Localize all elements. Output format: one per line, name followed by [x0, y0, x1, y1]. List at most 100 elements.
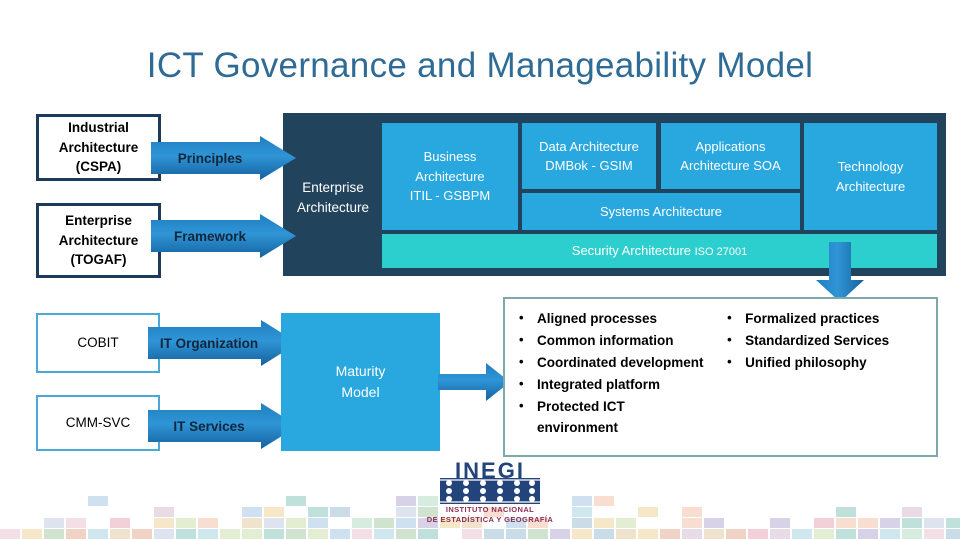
industrial-architecture-line-1: Industrial — [68, 120, 129, 136]
inegi-logo-subtitle-line-1: INSTITUTO NACIONAL — [445, 505, 535, 514]
input-box-cobit[interactable]: COBIT — [36, 313, 160, 373]
list-item: Standardized Services — [723, 330, 932, 352]
mosaic-cell — [0, 529, 20, 539]
mosaic-cell — [198, 518, 218, 528]
mosaic-cell — [726, 529, 746, 539]
mosaic-cell — [814, 529, 834, 539]
mosaic-cell — [264, 518, 284, 528]
outcomes-right-list: Formalized practices Standardized Servic… — [723, 308, 932, 374]
applications-architecture-line-2: Architecture SOA — [680, 158, 781, 173]
mosaic-cell — [66, 518, 86, 528]
slide-canvas: ICT Governance and Manageability Model E… — [0, 0, 960, 540]
arrow-framework-icon — [151, 214, 296, 258]
mosaic-cell — [748, 529, 768, 539]
mosaic-cell — [88, 496, 108, 506]
mosaic-cell — [902, 518, 922, 528]
mosaic-cell — [22, 529, 42, 539]
mosaic-cell — [374, 529, 394, 539]
mosaic-cell — [110, 518, 130, 528]
list-item: Common information — [515, 330, 709, 352]
tile-systems-architecture[interactable]: Systems Architecture — [522, 193, 800, 230]
mosaic-cell — [792, 529, 812, 539]
mosaic-cell — [154, 518, 174, 528]
enterprise-panel-label-line-1: Enterprise — [302, 180, 364, 195]
list-item: Protected ICT environment — [515, 396, 709, 439]
arrow-it-organization-icon — [148, 320, 298, 366]
mosaic-cell — [858, 518, 878, 528]
mosaic-cell — [308, 529, 328, 539]
mosaic-cell — [330, 507, 350, 517]
business-architecture-line-1: Business — [423, 149, 477, 165]
cmm-svc-label: CMM-SVC — [65, 414, 131, 430]
mosaic-cell — [616, 518, 636, 528]
enterprise-architecture-panel-label: Enterprise Architecture — [283, 178, 383, 217]
input-box-cmm-svc[interactable]: CMM-SVC — [36, 395, 160, 451]
mosaic-cell — [44, 529, 64, 539]
arrow-right-icon — [438, 363, 510, 401]
mosaic-cell — [462, 529, 482, 539]
arrow-framework: Framework — [151, 214, 296, 258]
mosaic-cell — [242, 529, 262, 539]
business-architecture-line-3: ITIL - GSBPM — [409, 188, 491, 204]
input-box-industrial-architecture[interactable]: Industrial Architecture (CSPA) — [36, 114, 161, 181]
mosaic-cell — [308, 518, 328, 528]
mosaic-cell — [66, 529, 86, 539]
tile-data-architecture[interactable]: Data Architecture DMBok - GSIM — [522, 123, 656, 189]
data-architecture-line-1: Data Architecture — [539, 138, 639, 154]
mosaic-cell — [154, 507, 174, 517]
security-architecture-label: Security Architecture — [571, 243, 691, 259]
mosaic-cell — [242, 507, 262, 517]
mosaic-cell — [572, 529, 592, 539]
mosaic-cell — [638, 529, 658, 539]
mosaic-cell — [880, 518, 900, 528]
mosaic-cell — [638, 507, 658, 517]
mosaic-cell — [946, 518, 960, 528]
mosaic-cell — [264, 507, 284, 517]
enterprise-togaf-line-3: (TOGAF) — [70, 252, 127, 268]
arrow-it-organization: IT Organization — [148, 320, 298, 366]
mosaic-cell — [176, 529, 196, 539]
mosaic-cell — [110, 529, 130, 539]
technology-architecture-line-1: Technology — [837, 159, 904, 174]
tile-business-architecture[interactable]: Business Architecture ITIL - GSBPM — [382, 123, 518, 230]
enterprise-togaf-line-2: Architecture — [58, 232, 139, 248]
tile-applications-architecture[interactable]: Applications Architecture SOA — [661, 123, 800, 189]
page-title: ICT Governance and Manageability Model — [146, 46, 814, 85]
mosaic-cell — [506, 529, 526, 539]
list-item: Coordinated development — [515, 352, 709, 374]
mosaic-cell — [308, 507, 328, 517]
mosaic-cell — [682, 507, 702, 517]
mosaic-cell — [176, 518, 196, 528]
arrow-it-services-icon — [148, 403, 298, 449]
mosaic-cell — [286, 496, 306, 506]
mosaic-cell — [902, 507, 922, 517]
mosaic-cell — [484, 529, 504, 539]
mosaic-cell — [704, 518, 724, 528]
mosaic-cell — [770, 518, 790, 528]
mosaic-cell — [264, 529, 284, 539]
mosaic-cell — [396, 529, 416, 539]
mosaic-cell — [44, 518, 64, 528]
mosaic-cell — [924, 518, 944, 528]
mosaic-cell — [924, 529, 944, 539]
mosaic-cell — [198, 529, 218, 539]
input-box-enterprise-architecture-togaf[interactable]: Enterprise Architecture (TOGAF) — [36, 203, 161, 278]
mosaic-cell — [902, 529, 922, 539]
mosaic-cell — [418, 529, 438, 539]
security-architecture-standard: ISO 27001 — [694, 246, 748, 259]
maturity-model-box[interactable]: Maturity Model — [281, 313, 440, 451]
arrow-down-icon — [816, 242, 864, 302]
tile-technology-architecture[interactable]: Technology Architecture — [804, 123, 937, 230]
mosaic-cell — [770, 529, 790, 539]
mosaic-cell — [594, 518, 614, 528]
mosaic-cell — [594, 496, 614, 506]
cobit-label: COBIT — [77, 334, 119, 350]
enterprise-panel-label-line-2: Architecture — [296, 199, 370, 215]
arrow-maturity-to-outcomes — [438, 363, 510, 401]
mosaic-cell — [836, 529, 856, 539]
inegi-logo: INEGI INSTITUTO NACIONAL DE ESTADÍSTICA … — [400, 458, 580, 524]
list-item: Integrated platform — [515, 374, 709, 396]
abacus-icon — [440, 478, 540, 504]
mosaic-cell — [330, 529, 350, 539]
mosaic-cell — [946, 529, 960, 539]
